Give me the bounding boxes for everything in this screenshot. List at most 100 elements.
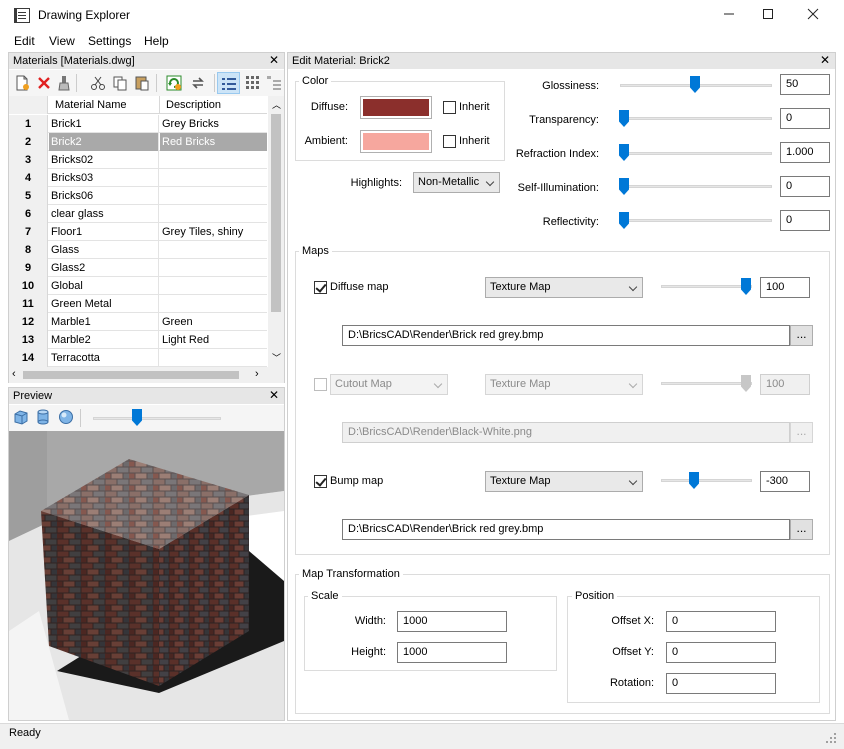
grid-vertical-scrollbar[interactable]: ︿ ﹀ <box>268 96 284 367</box>
diffuse-map-type-dropdown[interactable]: Texture Map <box>485 277 643 298</box>
material-name-cell[interactable]: Marble2 <box>49 331 159 349</box>
resize-grip-icon[interactable] <box>826 733 838 745</box>
cut-icon[interactable] <box>90 75 106 91</box>
material-name-cell[interactable]: Brick1 <box>49 115 159 133</box>
preview-panel-close-icon[interactable]: ✕ <box>269 388 279 402</box>
horizontal-scroll-thumb[interactable] <box>23 371 239 379</box>
reflectivity-slider[interactable] <box>620 219 772 222</box>
bump-map-path-input[interactable]: D:\BricsCAD\Render\Brick red grey.bmp <box>342 519 790 540</box>
edit-material-close-icon[interactable]: ✕ <box>820 53 830 67</box>
material-description-cell[interactable] <box>160 277 267 295</box>
tree-view-icon[interactable] <box>266 75 282 91</box>
maximize-button[interactable] <box>745 0 791 31</box>
diffuse-color-swatch[interactable] <box>360 96 432 119</box>
material-name-cell[interactable]: Glass2 <box>49 259 159 277</box>
table-row[interactable]: 9 Glass2 <box>9 259 267 277</box>
cutout-map-path-input[interactable]: D:\BricsCAD\Render\Black-White.png <box>342 422 790 443</box>
preview-zoom-slider-thumb[interactable] <box>132 409 142 426</box>
self-illumination-slider[interactable] <box>620 185 772 188</box>
menu-help[interactable]: Help <box>144 34 169 48</box>
offset-x-input[interactable]: 0 <box>666 611 776 632</box>
delete-icon[interactable] <box>36 75 52 91</box>
table-row[interactable]: 12 Marble1 Green <box>9 313 267 331</box>
self-illumination-input[interactable]: 0 <box>780 176 830 197</box>
bump-map-amount-input[interactable]: -300 <box>760 471 810 492</box>
grid-horizontal-scrollbar[interactable]: ‹ › <box>9 367 284 383</box>
table-row[interactable]: 6 clear glass <box>9 205 267 223</box>
copy-icon[interactable] <box>112 75 128 91</box>
table-row[interactable]: 14 Terracotta <box>9 349 267 367</box>
list-view-button[interactable] <box>217 72 240 94</box>
paste-icon[interactable] <box>134 75 150 91</box>
diffuse-map-checkbox[interactable] <box>314 281 327 294</box>
table-row[interactable]: 10 Global <box>9 277 267 295</box>
material-description-cell[interactable] <box>160 169 267 187</box>
material-name-cell[interactable]: Glass <box>49 241 159 259</box>
material-name-cell[interactable]: Terracotta <box>49 349 159 367</box>
width-input[interactable]: 1000 <box>397 611 507 632</box>
height-input[interactable]: 1000 <box>397 642 507 663</box>
refresh-icon[interactable] <box>190 75 206 91</box>
cylinder-preview-icon[interactable] <box>35 409 51 425</box>
scroll-left-icon[interactable]: ‹ <box>12 368 16 380</box>
scroll-up-icon[interactable]: ︿ <box>272 98 281 111</box>
material-name-cell[interactable]: Green Metal <box>49 295 159 313</box>
table-row[interactable]: 2 Brick2 Red Bricks <box>9 133 267 151</box>
preview-zoom-slider[interactable] <box>93 417 221 420</box>
diffuse-map-amount-slider[interactable] <box>661 285 752 288</box>
sphere-preview-icon[interactable] <box>58 409 74 425</box>
cube-preview-icon[interactable] <box>13 409 29 425</box>
table-row[interactable]: 1 Brick1 Grey Bricks <box>9 115 267 133</box>
material-description-cell[interactable] <box>160 187 267 205</box>
table-row[interactable]: 4 Bricks03 <box>9 169 267 187</box>
rotation-input[interactable]: 0 <box>666 673 776 694</box>
scroll-down-icon[interactable]: ﹀ <box>272 351 281 364</box>
table-row[interactable]: 7 Floor1 Grey Tiles, shiny <box>9 223 267 241</box>
diffuse-inherit-checkbox[interactable] <box>443 101 456 114</box>
refraction-index-input[interactable]: 1.000 <box>780 142 830 163</box>
bump-map-amount-slider[interactable] <box>661 479 752 482</box>
bump-map-type-dropdown[interactable]: Texture Map <box>485 471 643 492</box>
material-description-cell[interactable] <box>160 349 267 367</box>
material-description-cell[interactable] <box>160 295 267 313</box>
table-row[interactable]: 3 Bricks02 <box>9 151 267 169</box>
material-name-cell[interactable]: Marble1 <box>49 313 159 331</box>
glossiness-input[interactable]: 50 <box>780 74 830 95</box>
column-header-description[interactable]: Description <box>157 99 267 111</box>
transparency-slider[interactable] <box>620 117 772 120</box>
cutout-map-dropdown[interactable]: Cutout Map <box>330 374 448 395</box>
material-description-cell[interactable]: Light Red <box>160 331 267 349</box>
material-description-cell[interactable]: Grey Bricks <box>160 115 267 133</box>
cutout-map-checkbox[interactable] <box>314 378 327 391</box>
material-description-cell[interactable]: Grey Tiles, shiny <box>160 223 267 241</box>
material-name-cell[interactable]: Global <box>49 277 159 295</box>
table-row[interactable]: 5 Bricks06 <box>9 187 267 205</box>
bump-map-browse-button[interactable]: ... <box>790 519 813 540</box>
table-row[interactable]: 8 Glass <box>9 241 267 259</box>
column-header-name[interactable]: Material Name <box>55 99 127 111</box>
table-row[interactable]: 11 Green Metal <box>9 295 267 313</box>
materials-panel-close-icon[interactable]: ✕ <box>269 53 279 67</box>
material-name-cell[interactable]: clear glass <box>49 205 159 223</box>
offset-y-input[interactable]: 0 <box>666 642 776 663</box>
table-row[interactable]: 13 Marble2 Light Red <box>9 331 267 349</box>
material-name-cell[interactable]: Bricks03 <box>49 169 159 187</box>
cutout-map-amount-input[interactable]: 100 <box>760 374 810 395</box>
material-name-cell[interactable]: Bricks06 <box>49 187 159 205</box>
menu-view[interactable]: View <box>49 34 75 48</box>
material-name-cell[interactable]: Floor1 <box>49 223 159 241</box>
material-description-cell[interactable]: Green <box>160 313 267 331</box>
transparency-input[interactable]: 0 <box>780 108 830 129</box>
purge-brush-icon[interactable] <box>56 75 72 91</box>
cutout-map-browse-button[interactable]: ... <box>790 422 813 443</box>
bump-map-checkbox[interactable] <box>314 475 327 488</box>
material-description-cell[interactable]: Red Bricks <box>160 133 267 151</box>
import-icon[interactable] <box>166 75 182 91</box>
menu-settings[interactable]: Settings <box>88 34 131 48</box>
material-name-cell[interactable]: Bricks02 <box>49 151 159 169</box>
new-material-icon[interactable] <box>14 75 30 91</box>
vertical-scroll-thumb[interactable] <box>271 114 281 312</box>
refraction-index-slider[interactable] <box>620 152 772 155</box>
diffuse-map-path-input[interactable]: D:\BricsCAD\Render\Brick red grey.bmp <box>342 325 790 346</box>
material-description-cell[interactable] <box>160 241 267 259</box>
